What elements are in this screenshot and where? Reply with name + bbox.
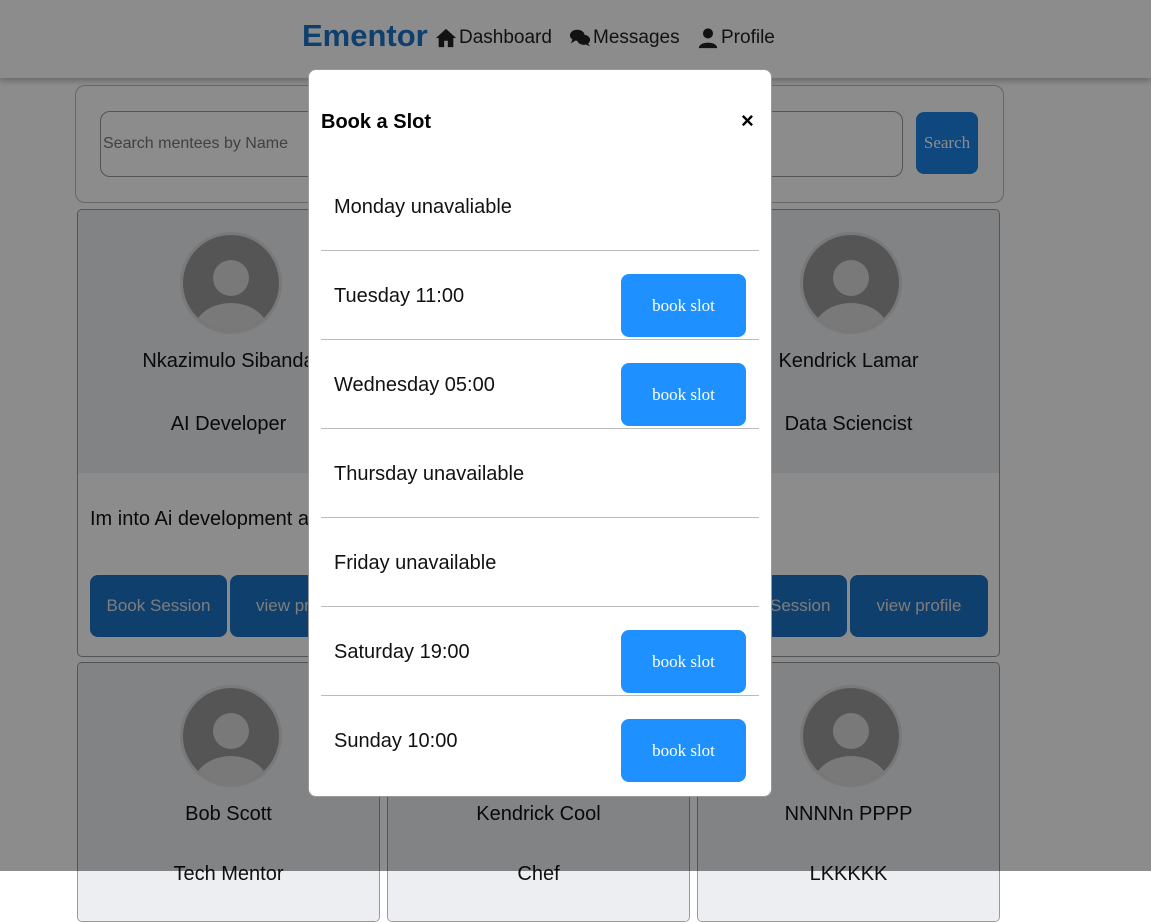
slot-row-thursday: Thursday unavailable <box>321 429 759 518</box>
slot-row-saturday: Saturday 19:00 book slot <box>321 607 759 696</box>
modal-title: Book a Slot <box>321 111 432 133</box>
slot-row-tuesday: Tuesday 11:00 book slot <box>321 251 759 340</box>
book-slot-modal: Book a Slot × Monday unavaliable Tuesday… <box>308 69 772 797</box>
slot-row-wednesday: Wednesday 05:00 book slot <box>321 340 759 429</box>
slot-row-monday: Monday unavaliable <box>321 162 759 251</box>
book-slot-button[interactable]: book slot <box>621 719 746 782</box>
book-slot-button[interactable]: book slot <box>621 630 746 693</box>
slot-label: Saturday 19:00 <box>334 641 470 663</box>
slot-row-friday: Friday unavailable <box>321 518 759 607</box>
book-slot-button[interactable]: book slot <box>621 274 746 337</box>
close-icon[interactable]: × <box>741 110 754 132</box>
slot-label: Monday unavaliable <box>334 196 512 218</box>
slot-row-sunday: Sunday 10:00 book slot <box>321 696 759 785</box>
slot-label: Friday unavailable <box>334 552 497 574</box>
book-slot-button[interactable]: book slot <box>621 363 746 426</box>
slot-label: Wednesday 05:00 <box>334 374 495 396</box>
slot-label: Tuesday 11:00 <box>334 285 465 307</box>
slot-label: Thursday unavailable <box>334 463 525 485</box>
slot-label: Sunday 10:00 <box>334 730 458 752</box>
